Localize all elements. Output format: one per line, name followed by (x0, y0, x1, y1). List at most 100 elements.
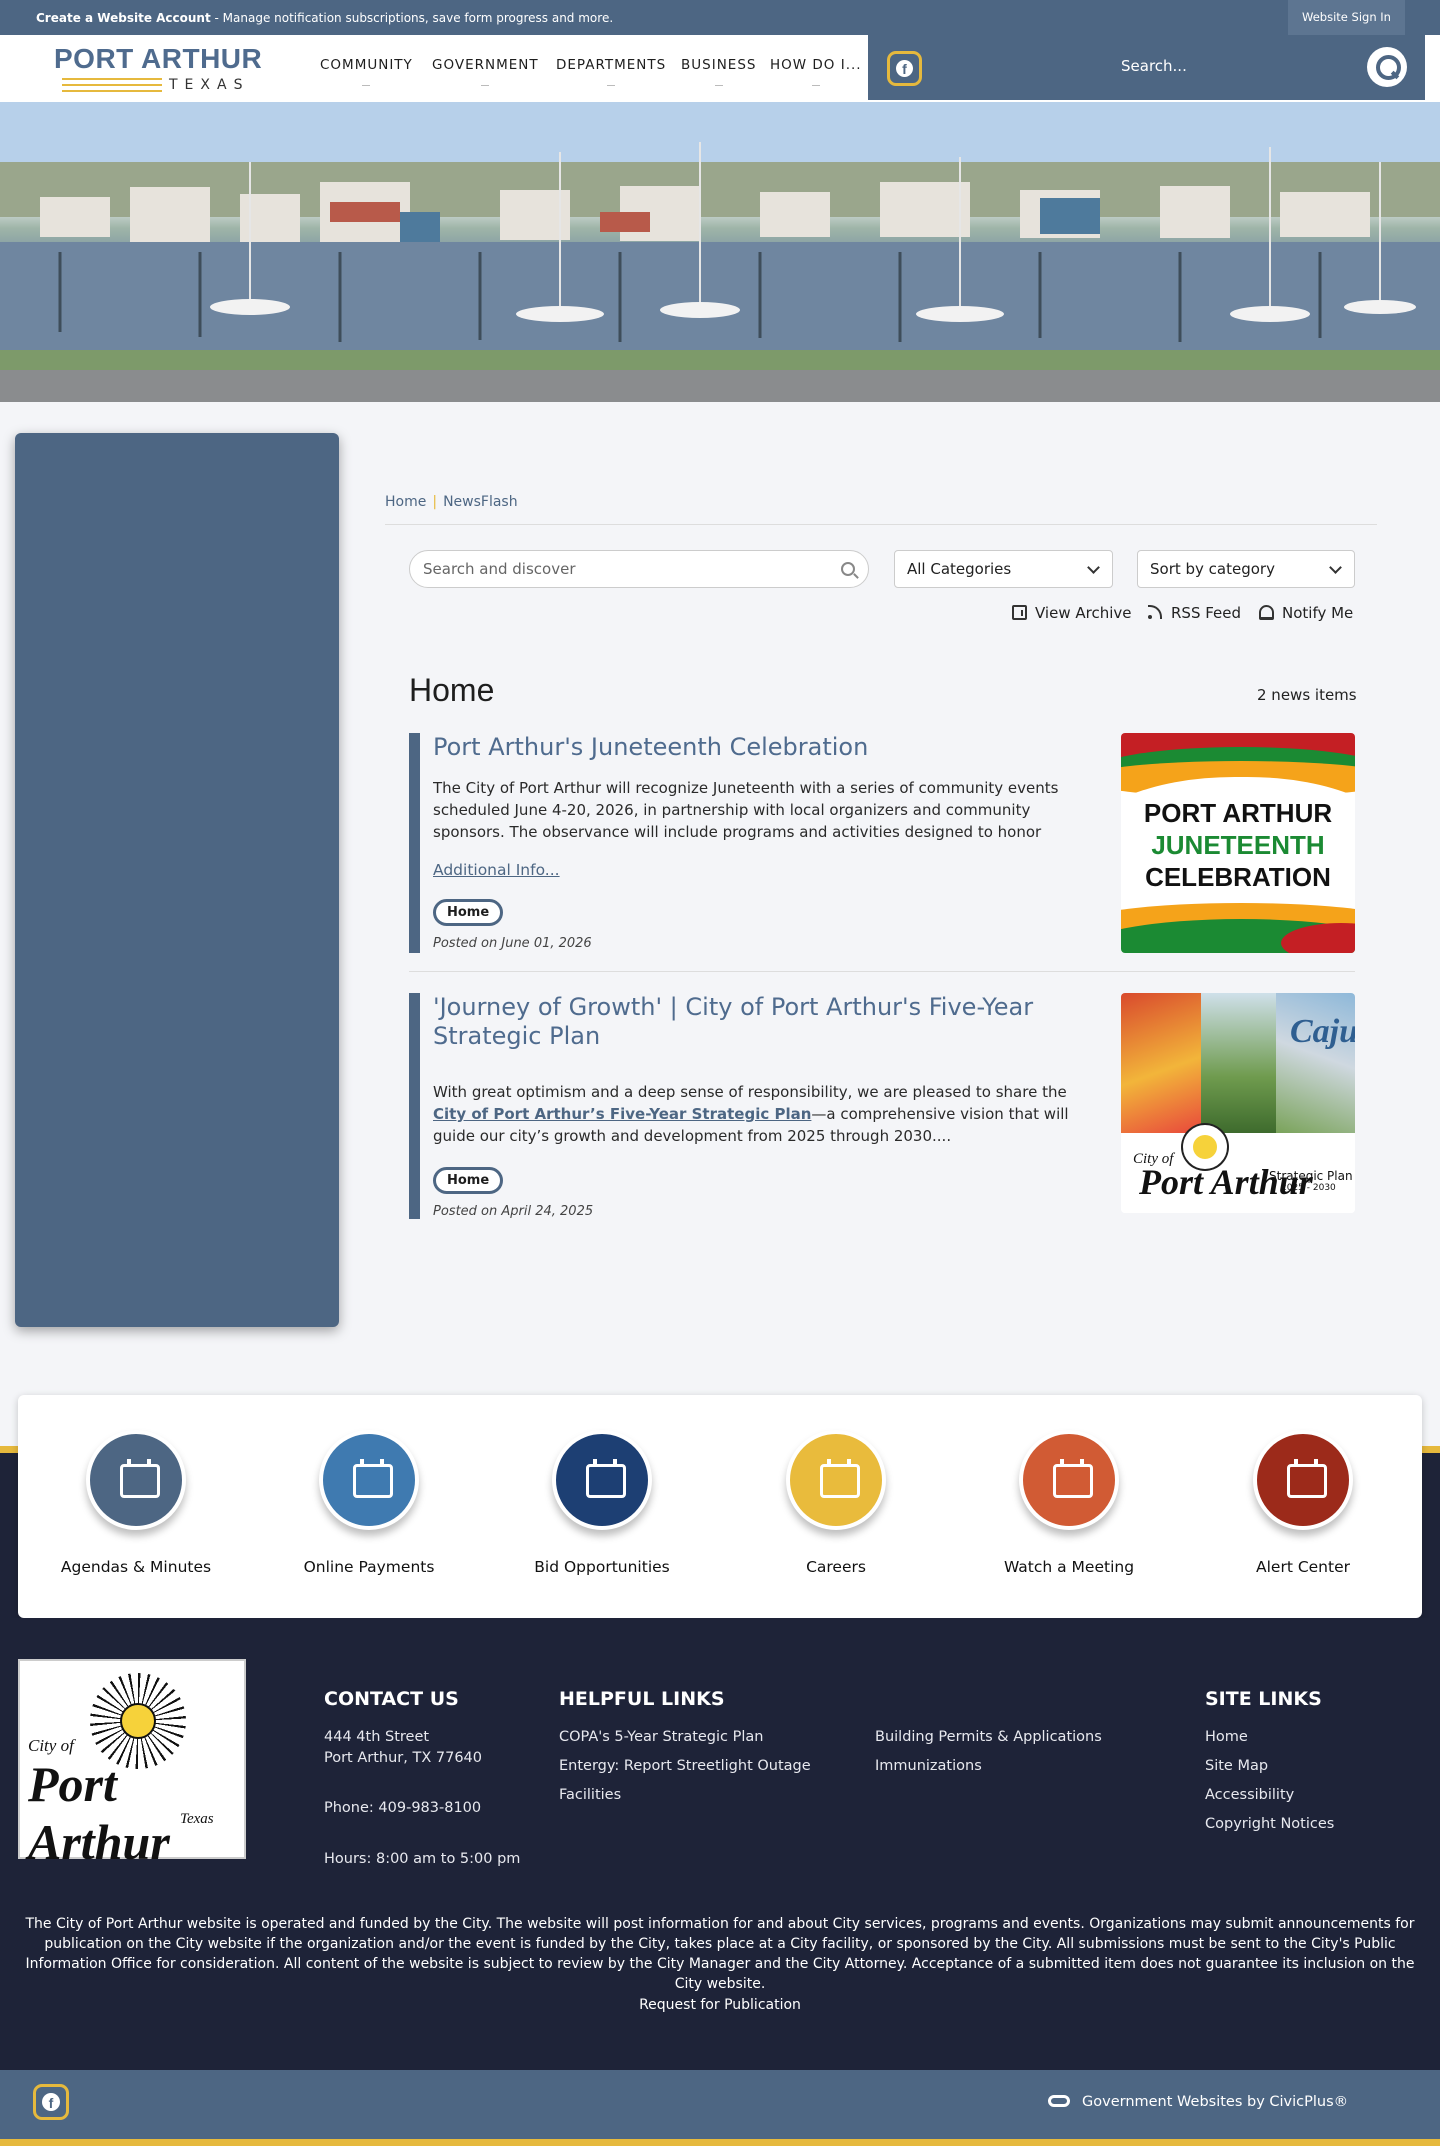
city-seal-logo[interactable]: City of Port Arthur Texas (18, 1659, 246, 1870)
news-item-body: The City of Port Arthur will recognize J… (433, 779, 1059, 841)
rss-icon (1148, 605, 1163, 620)
news-item: Port Arthur's Juneteenth Celebration The… (409, 733, 1355, 953)
briefcase-search-icon (786, 1430, 886, 1530)
civicplus-icon (1048, 2095, 1070, 2107)
bid-chat-icon (552, 1430, 652, 1530)
civicplus-credit-link[interactable]: Government Websites by CivicPlus® (1048, 2094, 1348, 2110)
quick-link-bids[interactable]: Bid Opportunities (485, 1430, 719, 1576)
footer-link[interactable]: Building Permits & Applications (875, 1729, 1102, 1745)
footer-link[interactable]: Immunizations (875, 1758, 982, 1774)
side-panel (15, 433, 339, 1327)
strategic-plan-link[interactable]: City of Port Arthur’s Five-Year Strategi… (433, 1105, 811, 1123)
request-for-publication-link[interactable]: Request for Publication (0, 1997, 1440, 2013)
chevron-down-icon (1329, 561, 1342, 574)
calendar-icon (1019, 1430, 1119, 1530)
item-divider (409, 971, 1355, 972)
nav-government[interactable]: GOVERNMENT (432, 57, 539, 86)
category-tag[interactable]: Home (433, 899, 504, 926)
category-tag[interactable]: Home (433, 1167, 504, 1194)
credit-card-icon (319, 1430, 419, 1530)
website-sign-in-button[interactable]: Website Sign In (1288, 0, 1405, 35)
nav-how-do-i[interactable]: HOW DO I... (770, 57, 862, 86)
logo-title: PORT ARTHUR (54, 43, 263, 74)
top-bar: Create a Website Account - Manage notifi… (0, 0, 1440, 35)
helpful-links-heading: HELPFUL LINKS (559, 1688, 725, 1710)
contact-city: Port Arthur, TX 77640 (324, 1750, 483, 1766)
site-search-input[interactable] (1121, 57, 1321, 75)
footer-link[interactable]: Copyright Notices (1205, 1816, 1334, 1832)
calendar-clock-icon (86, 1430, 186, 1530)
facebook-button[interactable]: f (33, 2084, 69, 2120)
marina-illustration (0, 102, 1440, 402)
breadcrumb: Home | NewsFlash (385, 494, 518, 510)
alert-message-icon (1253, 1430, 1353, 1530)
facebook-icon: f (896, 60, 913, 77)
view-archive-link[interactable]: View Archive (1012, 604, 1132, 622)
account-message-text: - Manage notification subscriptions, sav… (210, 11, 614, 25)
sort-select-value: Sort by category (1150, 560, 1275, 578)
nav-community[interactable]: COMMUNITY (320, 57, 413, 86)
bell-icon (1259, 605, 1274, 620)
news-item-title[interactable]: Port Arthur's Juneteenth Celebration (433, 733, 1093, 762)
publication-disclaimer: The City of Port Arthur website is opera… (25, 1916, 1415, 1992)
header-search-area: f (868, 35, 1425, 100)
news-item-title[interactable]: 'Journey of Growth' | City of Port Arthu… (433, 993, 1093, 1051)
site-header: PORT ARTHUR TEXAS COMMUNITY GOVERNMENT D… (0, 35, 1440, 102)
quick-link-careers[interactable]: Careers (719, 1430, 953, 1576)
port-arthur-logo[interactable]: PORT ARTHUR TEXAS (54, 43, 263, 95)
notify-me-link[interactable]: Notify Me (1259, 604, 1353, 622)
account-message: Create a Website Account - Manage notifi… (36, 11, 613, 25)
hero-marina-image (0, 102, 1440, 402)
category-select-value: All Categories (907, 560, 1012, 578)
thumbnail-text: PORT ARTHUR JUNETEENTH CELEBRATION (1143, 798, 1333, 892)
footer-link[interactable]: Site Map (1205, 1758, 1268, 1774)
quick-link-watch-meeting[interactable]: Watch a Meeting (952, 1430, 1186, 1576)
posted-date: Posted on June 01, 2026 (433, 936, 592, 951)
news-item-accent (409, 733, 420, 953)
logo-subtitle: TEXAS (169, 77, 250, 93)
additional-info-link[interactable]: Additional Info... (433, 861, 560, 879)
footer-link[interactable]: COPA's 5-Year Strategic Plan (559, 1729, 763, 1745)
quick-link-alert-center[interactable]: Alert Center (1186, 1430, 1420, 1576)
search-icon[interactable] (1367, 47, 1407, 87)
footer-link[interactable]: Facilities (559, 1787, 621, 1803)
breadcrumb-home[interactable]: Home (385, 494, 426, 510)
footer-link[interactable]: Home (1205, 1729, 1248, 1745)
footer-link[interactable]: Entergy: Report Streetlight Outage (559, 1758, 811, 1774)
news-count: 2 news items (1257, 686, 1357, 704)
category-select[interactable]: All Categories (894, 550, 1113, 588)
quick-link-agendas[interactable]: Agendas & Minutes (19, 1430, 253, 1576)
facebook-button[interactable]: f (887, 51, 922, 86)
facebook-icon: f (42, 2093, 60, 2111)
contact-street: 444 4th Street (324, 1729, 430, 1745)
sort-select[interactable]: Sort by category (1137, 550, 1355, 588)
archive-icon (1012, 605, 1027, 620)
juneteenth-thumbnail[interactable]: PORT ARTHUR JUNETEENTH CELEBRATION (1121, 733, 1355, 953)
breadcrumb-current[interactable]: NewsFlash (443, 494, 518, 510)
footer-link[interactable]: Accessibility (1205, 1787, 1294, 1803)
contact-phone: Phone: 409-983-8100 (324, 1800, 482, 1816)
site-footer: City of Port Arthur Texas CONTACT US 444… (0, 1618, 1440, 2070)
nav-business[interactable]: BUSINESS (681, 57, 756, 86)
create-account-link[interactable]: Create a Website Account (36, 11, 211, 25)
quick-link-payments[interactable]: Online Payments (252, 1430, 486, 1576)
nav-departments[interactable]: DEPARTMENTS (556, 57, 666, 86)
contact-heading: CONTACT US (324, 1688, 459, 1710)
news-item-accent (409, 993, 420, 1219)
news-search-input[interactable] (423, 560, 823, 578)
chevron-down-icon (1087, 561, 1100, 574)
breadcrumb-divider (385, 524, 1377, 525)
site-links-heading: SITE LINKS (1205, 1688, 1322, 1710)
quick-links: Agendas & Minutes Online Payments Bid Op… (18, 1395, 1422, 1618)
logo-lines (62, 78, 162, 92)
contact-hours: Hours: 8:00 am to 5:00 pm (324, 1851, 521, 1867)
rss-feed-link[interactable]: RSS Feed (1148, 604, 1241, 622)
list-title: Home (409, 672, 495, 708)
strategic-plan-thumbnail[interactable]: Caju City of Port Arthur Strategic Plan … (1121, 993, 1355, 1213)
news-item-body: With great optimism and a deep sense of … (433, 1083, 1069, 1145)
bottom-bar: f Government Websites by CivicPlus® (0, 2070, 1440, 2146)
news-item: 'Journey of Growth' | City of Port Arthu… (409, 993, 1355, 1219)
news-search-field[interactable] (409, 550, 869, 588)
search-icon[interactable] (841, 562, 855, 576)
posted-date: Posted on April 24, 2025 (433, 1204, 594, 1219)
